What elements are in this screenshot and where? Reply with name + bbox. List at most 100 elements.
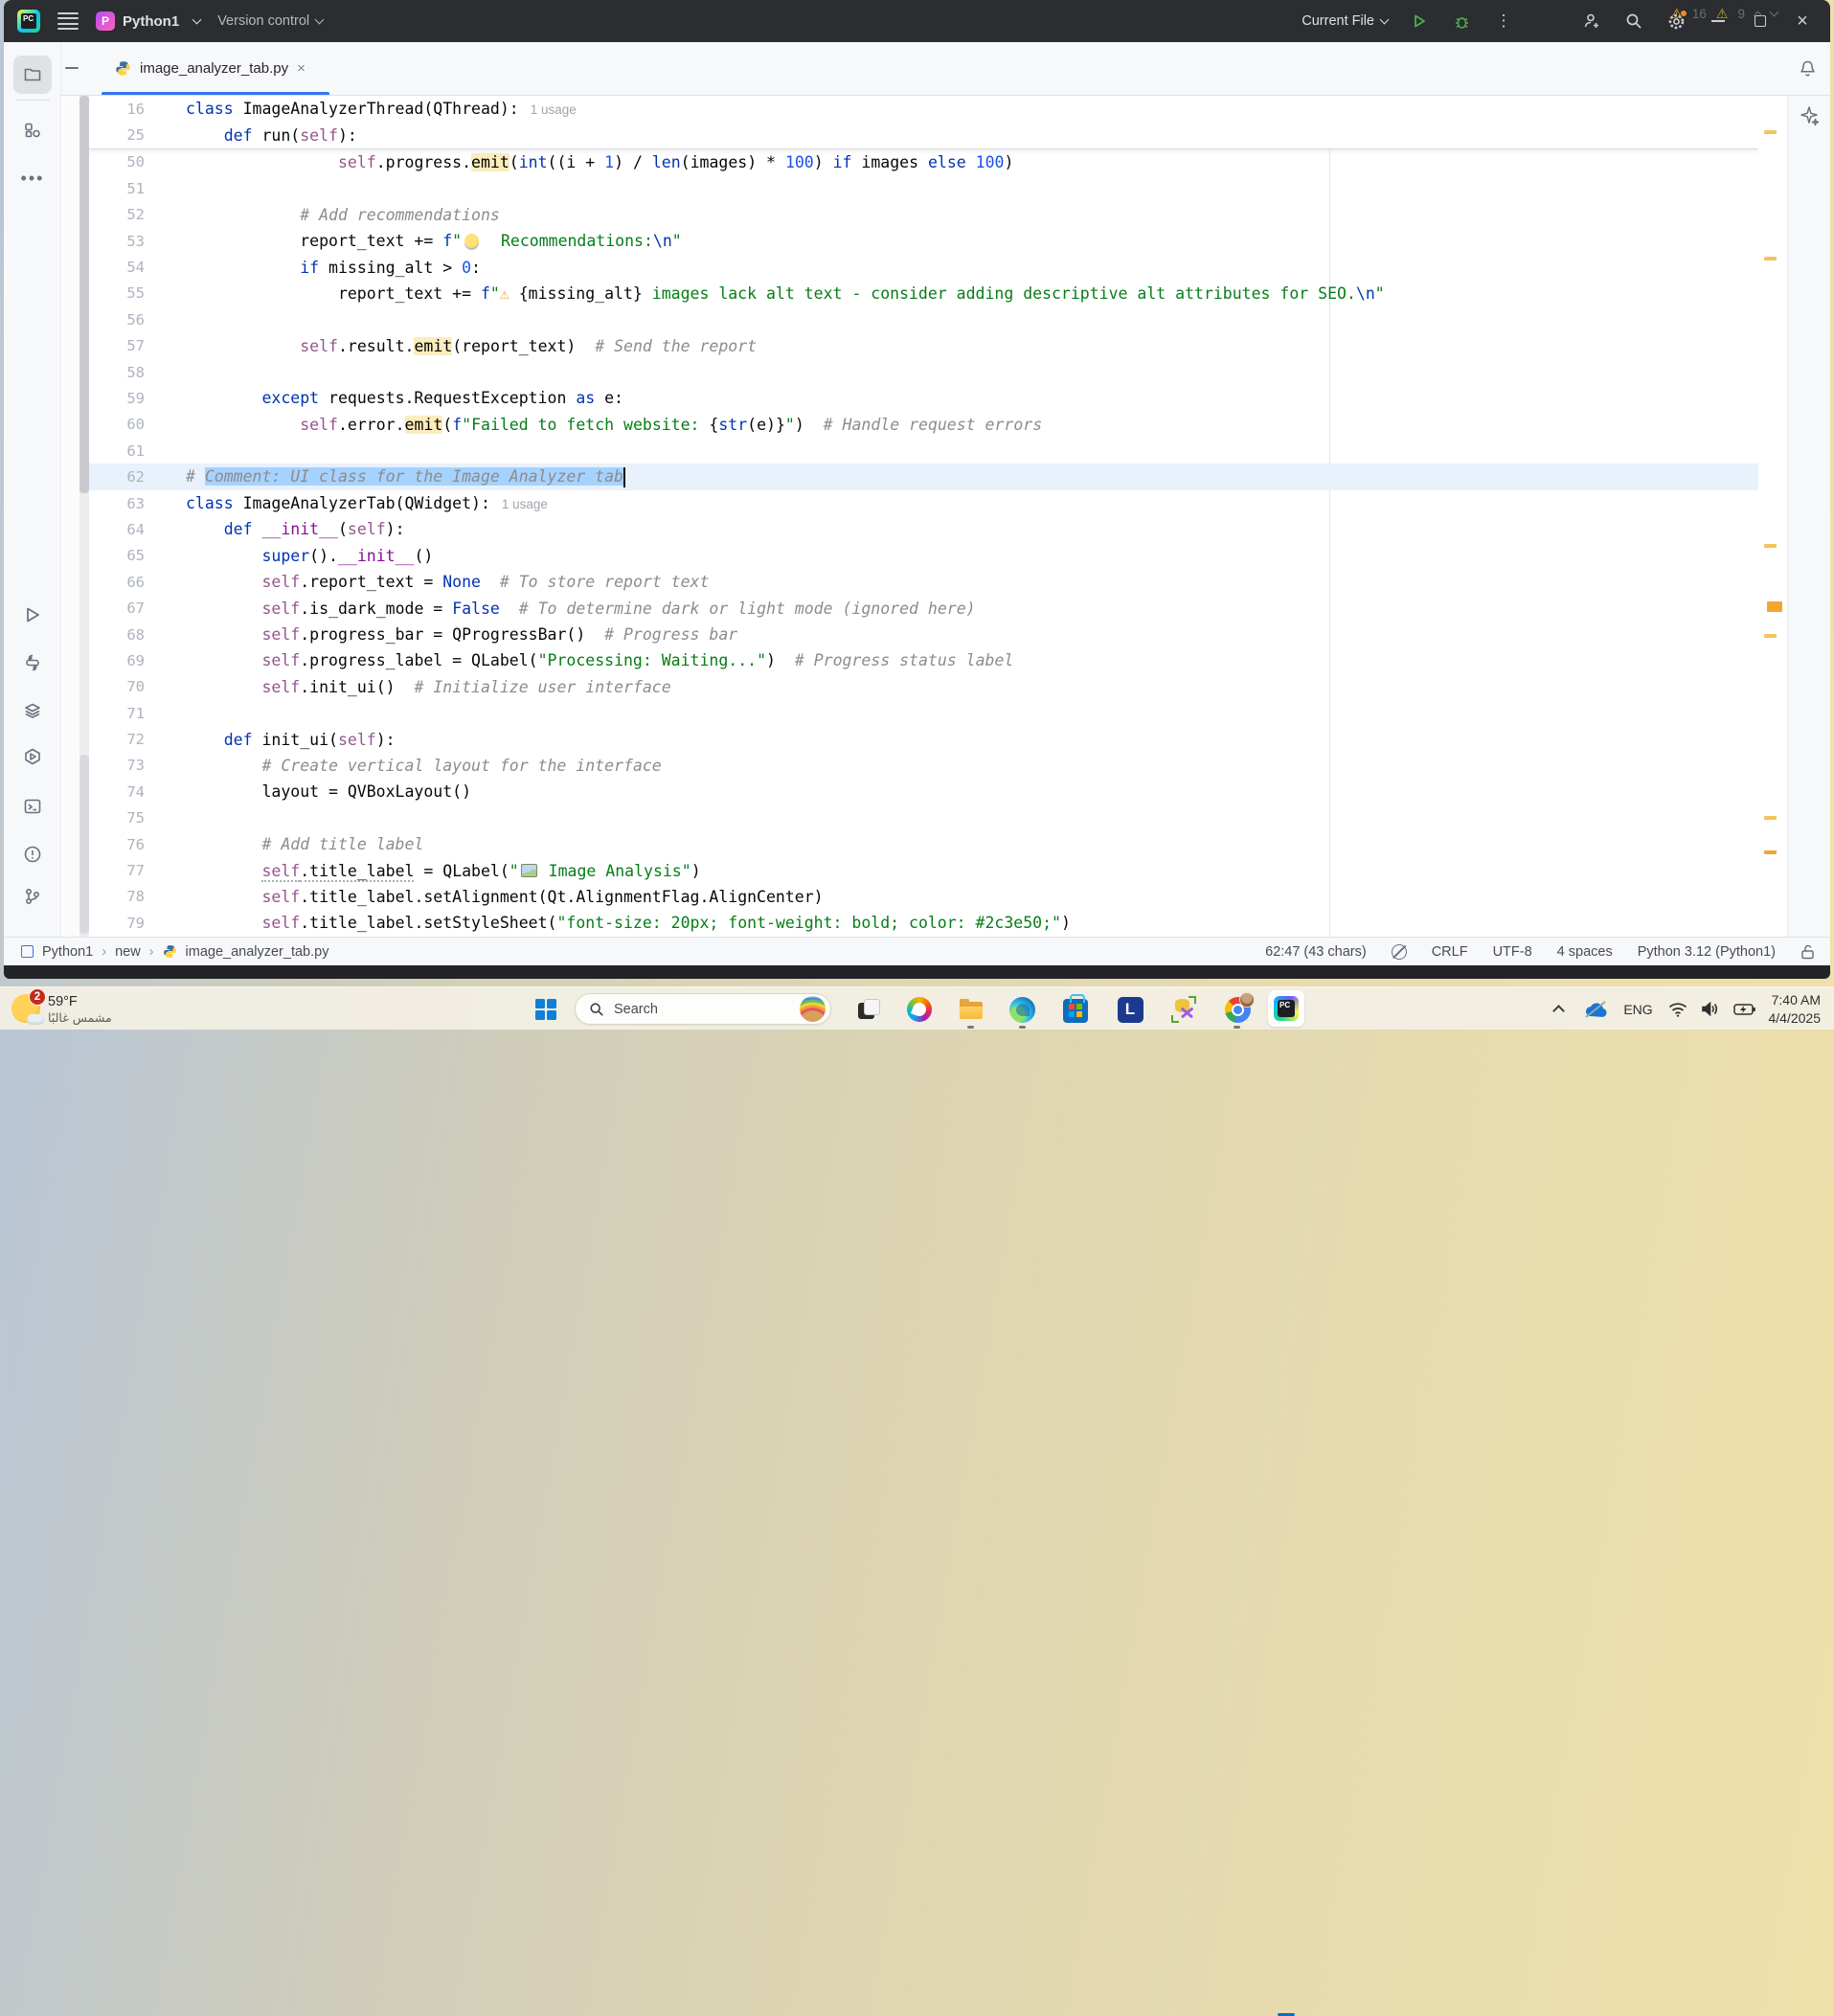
code-line[interactable]: 63class ImageAnalyzerTab(QWidget):1 usag… — [89, 490, 1758, 516]
line-number[interactable]: 54 — [89, 259, 145, 276]
more-actions-button[interactable]: ⋮ — [1493, 11, 1514, 32]
line-number[interactable]: 67 — [89, 600, 145, 617]
code-line[interactable]: 58 — [89, 359, 1758, 385]
line-number[interactable]: 78 — [89, 888, 145, 905]
code-line[interactable]: 79 self.title_label.setStyleSheet("font-… — [89, 910, 1758, 936]
line-number[interactable]: 55 — [89, 284, 145, 302]
notifications-bell-icon[interactable] — [1799, 59, 1817, 78]
warning-mark[interactable] — [1764, 634, 1777, 638]
line-number[interactable]: 63 — [89, 495, 145, 512]
encoding-widget[interactable]: UTF-8 — [1493, 944, 1532, 960]
code-line[interactable]: 73 # Create vertical layout for the inte… — [89, 753, 1758, 779]
line-number[interactable]: 25 — [89, 126, 145, 144]
next-problem-icon[interactable] — [1770, 8, 1779, 17]
line-number[interactable]: 75 — [89, 809, 145, 827]
code-line[interactable]: 50 self.progress.emit(int((i + 1) / len(… — [89, 149, 1758, 175]
language-indicator[interactable]: ENG — [1616, 1002, 1662, 1017]
code-line[interactable]: 69 self.progress_label = QLabel("Process… — [89, 647, 1758, 673]
packages-toolwindow-button[interactable] — [13, 737, 52, 776]
line-number[interactable]: 64 — [89, 521, 145, 538]
file-explorer-button[interactable] — [955, 994, 985, 1025]
warning-mark[interactable] — [1764, 816, 1777, 820]
inspections-widget[interactable]: ⚠ 16 ⚠ 9 — [1670, 6, 1777, 22]
interpreter-widget[interactable]: Python 3.12 (Python1) — [1638, 944, 1776, 960]
line-number[interactable]: 73 — [89, 757, 145, 774]
line-number[interactable]: 66 — [89, 574, 145, 591]
close-button[interactable]: × — [1792, 11, 1813, 32]
left-scrollbar-thumb-lower[interactable] — [79, 755, 89, 934]
code-line[interactable]: 72 def init_ui(self): — [89, 726, 1758, 752]
code-line[interactable]: 55 report_text += f"⚠ {missing_alt} imag… — [89, 281, 1758, 306]
error-stripe[interactable] — [1758, 96, 1787, 937]
code-line[interactable]: 70 self.init_ui() # Initialize user inte… — [89, 674, 1758, 700]
code-line[interactable]: 54 if missing_alt > 0: — [89, 254, 1758, 280]
structure-toolwindow-button[interactable] — [13, 111, 52, 149]
indent-widget[interactable]: 4 spaces — [1557, 944, 1613, 960]
taskbar-search-box[interactable]: Search — [575, 993, 831, 1025]
version-control-toolwindow-button[interactable] — [13, 877, 52, 916]
clock-widget[interactable]: 7:40 AM 4/4/2025 — [1763, 991, 1834, 1026]
tab-image-analyzer[interactable]: image_analyzer_tab.py × — [102, 42, 319, 95]
vcs-widget[interactable]: Version control — [217, 13, 323, 29]
code-with-me-button[interactable] — [1581, 11, 1602, 32]
copilot-button[interactable] — [904, 994, 935, 1025]
more-toolwindows-button[interactable]: ••• — [13, 159, 52, 197]
previous-problem-icon[interactable] — [1754, 11, 1763, 21]
line-number[interactable]: 51 — [89, 180, 145, 197]
terminal-toolwindow-button[interactable] — [13, 787, 52, 826]
code-line[interactable]: 16class ImageAnalyzerThread(QThread):1 u… — [89, 96, 1758, 122]
code-line[interactable]: 75 — [89, 805, 1758, 831]
wifi-icon[interactable] — [1662, 1002, 1694, 1017]
run-button[interactable] — [1409, 11, 1430, 32]
code-line[interactable]: 61 — [89, 438, 1758, 464]
line-number[interactable]: 52 — [89, 206, 145, 223]
code-line[interactable]: 65 super().__init__() — [89, 543, 1758, 569]
code-line[interactable]: 62# Comment: UI class for the Image Anal… — [89, 464, 1758, 489]
search-everywhere-button[interactable] — [1623, 11, 1644, 32]
line-number[interactable]: 59 — [89, 390, 145, 407]
hide-toolwindow-icon[interactable] — [65, 67, 79, 69]
line-number[interactable]: 61 — [89, 442, 145, 460]
code-line[interactable]: 57 self.result.emit(report_text) # Send … — [89, 333, 1758, 359]
code-line[interactable]: 56 — [89, 306, 1758, 332]
line-number[interactable]: 53 — [89, 233, 145, 250]
left-scrollbar-thumb[interactable] — [79, 96, 89, 493]
code-line[interactable]: 74 layout = QVBoxLayout() — [89, 779, 1758, 804]
onedrive-icon[interactable] — [1575, 1001, 1616, 1018]
ai-assistant-icon[interactable] — [1799, 105, 1820, 126]
line-number[interactable]: 71 — [89, 705, 145, 722]
line-number[interactable]: 79 — [89, 915, 145, 932]
code-line[interactable]: 68 self.progress_bar = QProgressBar() # … — [89, 622, 1758, 647]
warning-mark[interactable] — [1764, 130, 1777, 134]
code-line[interactable]: 52 # Add recommendations — [89, 202, 1758, 228]
breadcrumb-folder[interactable]: new — [115, 944, 141, 960]
l-app-button[interactable]: L — [1115, 994, 1145, 1025]
line-number[interactable]: 60 — [89, 416, 145, 433]
project-widget[interactable]: P Python1 — [96, 11, 200, 31]
unlocked-icon[interactable] — [1800, 944, 1815, 960]
microsoft-store-button[interactable] — [1060, 994, 1091, 1025]
python-console-button[interactable] — [13, 644, 52, 682]
code-line[interactable]: 25 def run(self): — [89, 122, 1758, 147]
chrome-button[interactable] — [1222, 994, 1253, 1025]
line-number[interactable]: 68 — [89, 626, 145, 644]
warning-mark[interactable] — [1767, 601, 1782, 612]
highlighting-level-icon[interactable] — [1392, 944, 1407, 960]
line-number[interactable]: 70 — [89, 678, 145, 695]
task-view-button[interactable] — [851, 994, 882, 1025]
problems-toolwindow-button[interactable] — [13, 835, 52, 873]
debug-button[interactable] — [1451, 11, 1472, 32]
breadcrumb-file[interactable]: image_analyzer_tab.py — [186, 944, 329, 960]
run-toolwindow-button[interactable] — [13, 596, 52, 634]
line-number[interactable]: 58 — [89, 364, 145, 381]
code-line[interactable]: 60 self.error.emit(f"Failed to fetch web… — [89, 412, 1758, 438]
code-line[interactable]: 77 self.title_label = QLabel(" Image Ana… — [89, 857, 1758, 883]
run-configuration-selector[interactable]: Current File — [1302, 13, 1388, 29]
line-number[interactable]: 76 — [89, 836, 145, 853]
warning-mark[interactable] — [1764, 544, 1777, 548]
services-toolwindow-button[interactable] — [13, 691, 52, 730]
tab-close-icon[interactable]: × — [297, 60, 306, 77]
line-number[interactable]: 77 — [89, 862, 145, 879]
code-line[interactable]: 67 self.is_dark_mode = False # To determ… — [89, 595, 1758, 621]
pycharm-taskbar-button[interactable]: PC — [1268, 990, 1304, 1027]
